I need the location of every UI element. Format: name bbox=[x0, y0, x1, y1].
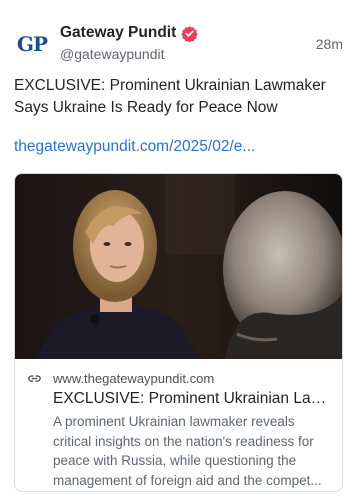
post-header: GP Gateway Pundit @gatewaypundit 28m bbox=[14, 22, 343, 66]
card-domain-row: www.thegatewaypundit.com bbox=[27, 369, 332, 387]
display-name[interactable]: Gateway Pundit bbox=[60, 24, 176, 42]
card-title: EXCLUSIVE: Prominent Ukrainian Law... bbox=[53, 390, 330, 407]
post-text: EXCLUSIVE: Prominent Ukrainian Lawmaker … bbox=[14, 77, 326, 116]
card-body: www.thegatewaypundit.com EXCLUSIVE: Prom… bbox=[15, 359, 342, 490]
card-thumbnail-image bbox=[15, 174, 342, 359]
avatar-logo: GP bbox=[16, 32, 48, 56]
author-handle[interactable]: @gatewaypundit bbox=[60, 46, 198, 62]
avatar[interactable]: GP bbox=[14, 26, 50, 62]
timestamp[interactable]: 28m bbox=[316, 36, 343, 52]
link-preview-card[interactable]: www.thegatewaypundit.com EXCLUSIVE: Prom… bbox=[14, 173, 343, 492]
card-description: A prominent Ukrainian lawmaker reveals c… bbox=[53, 414, 322, 488]
author-names: Gateway Pundit @gatewaypundit bbox=[60, 22, 198, 62]
post-link[interactable]: thegatewaypundit.com/2025/02/e... bbox=[14, 138, 255, 156]
card-domain: www.thegatewaypundit.com bbox=[53, 370, 215, 386]
link-icon bbox=[28, 374, 41, 382]
verified-badge-icon bbox=[181, 25, 198, 42]
post[interactable]: GP Gateway Pundit @gatewaypundit 28m EXC… bbox=[0, 0, 357, 500]
